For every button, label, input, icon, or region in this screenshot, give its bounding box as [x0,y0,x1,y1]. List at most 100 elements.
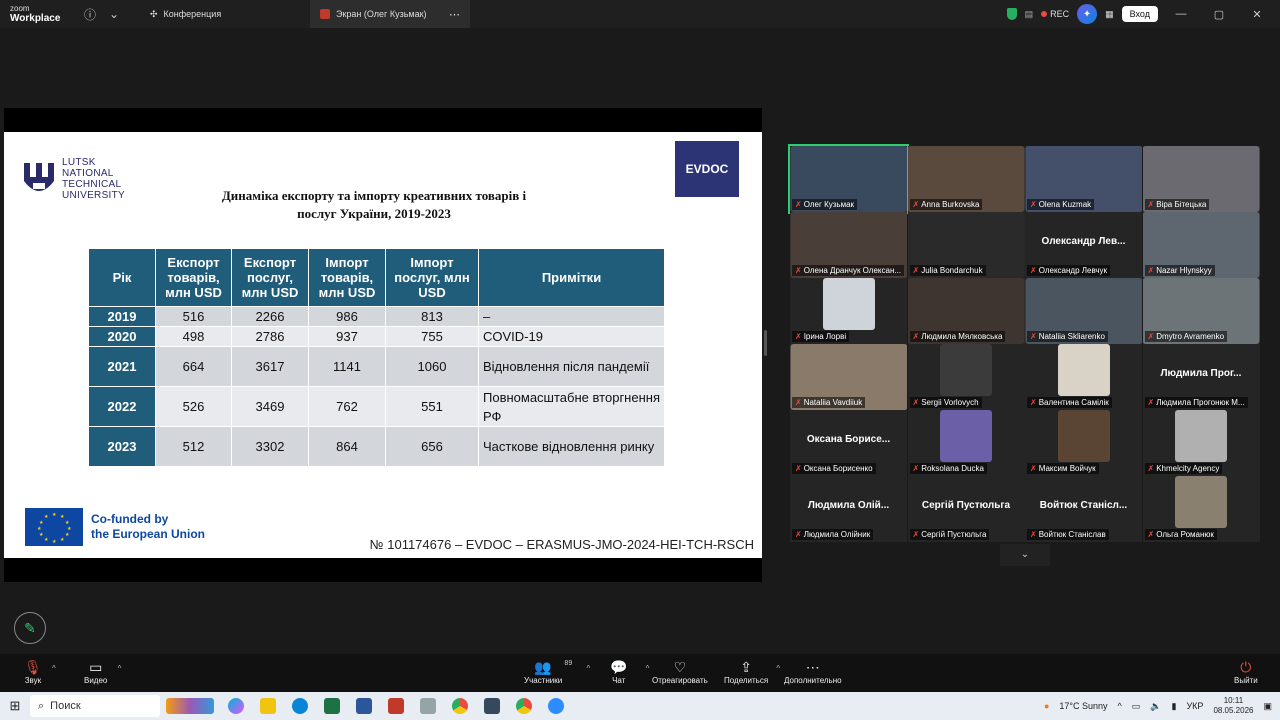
chevron-down-icon[interactable]: ⌄ [102,0,126,28]
participant-name: Ірина Лорві [803,332,847,341]
copilot-icon[interactable] [220,692,252,720]
participant-tile[interactable]: ✗ Nataliia Vavdiiuk [790,344,907,410]
save-app-icon[interactable] [476,692,508,720]
share-caret-icon[interactable]: ^ [776,664,780,673]
chrome-profile-icon[interactable] [508,692,540,720]
participant-display-name: Сергій Пустюльга [921,500,1011,511]
word-icon[interactable] [348,692,380,720]
zoom-taskbar-icon[interactable] [540,692,572,720]
more-button[interactable]: ⋯ Дополнительно [784,658,842,685]
tab-screen-share[interactable]: Экран (Олег Кузьмак) ⋯ [310,0,470,28]
eu-text-line1: Co-funded by [91,512,169,526]
participant-name: Віра Бітецька [1156,200,1207,209]
audio-caret-icon[interactable]: ^ [52,664,56,673]
maximize-icon[interactable]: ▢ [1204,8,1234,21]
excel-icon[interactable] [316,692,348,720]
mic-muted-icon: ✗ [1147,398,1155,407]
tab-conference-label: Конференция [163,9,222,19]
chat-button[interactable]: 💬 Чат ^ [610,658,649,685]
lntu-logo: LUTSK NATIONAL TECHNICAL UNIVERSITY [22,157,125,201]
view-icon[interactable]: ▦ [1105,9,1114,20]
printer-app-icon[interactable] [412,692,444,720]
participant-tile[interactable]: ✗ Julia Bondarchuk [907,212,1025,278]
taskbar-clock[interactable]: 10:11 08.05.2026 [1213,696,1253,716]
cell-import-goods: 864 [308,426,386,467]
leave-button[interactable]: ⏻ Выйти [1234,658,1258,685]
tab-conference[interactable]: ✣ Конференция [140,0,310,28]
participant-video [822,278,875,330]
search-icon: ⌕ [38,699,45,712]
participant-tile[interactable]: ✗ Olena Kuzmak [1025,146,1142,212]
react-button[interactable]: ♡ Отреагировать [652,658,708,685]
evdoc-logo: EVDOC [675,141,739,197]
mic-muted-icon: ✗ [1030,200,1037,209]
participant-tile[interactable]: ✗ Максим Войчук [1025,410,1142,476]
participant-tile[interactable]: Сергій Пустюльга ✗ Сергій Пустюльга [907,476,1025,542]
close-icon[interactable]: ✕ [1242,8,1272,21]
participant-name-label: ✗ Ірина Лорві [792,331,850,342]
video-button[interactable]: ▭ Видео ^ [84,658,121,685]
edge-icon[interactable] [284,692,316,720]
more-options-icon[interactable]: ⋯ [449,8,460,21]
login-button[interactable]: Вход [1121,6,1158,22]
participant-tile[interactable]: ✗ Nataliia Skliarenko [1025,278,1142,344]
cell-export-services: 3617 [231,346,309,387]
notes-icon[interactable]: ▤ [1025,9,1034,20]
battery-icon[interactable]: ▮ [1172,701,1177,712]
tray-chevron-icon[interactable]: ^ [1118,701,1122,711]
info-icon[interactable]: ⓘ [78,0,102,28]
windows-start-icon[interactable]: ⊞ [0,698,30,714]
university-line: UNIVERSITY [62,190,126,201]
participant-tile[interactable]: ✗ Ірина Лорві [790,278,907,344]
participant-tile[interactable]: ✗ Khmelcity Agency [1142,410,1260,476]
notifications-icon[interactable]: ▣ [1263,701,1272,712]
recording-badge[interactable]: REC [1041,9,1069,19]
participant-tile[interactable]: ✗ Nazar Hlynskyy [1142,212,1260,278]
resize-handle[interactable] [764,330,767,356]
chrome-icon[interactable] [444,692,476,720]
clock-date: 08.05.2026 [1213,706,1254,715]
taskbar-search[interactable]: ⌕ Поиск [30,695,160,717]
share-button[interactable]: ⇪ Поделиться ^ [724,658,780,685]
header-import-goods: Імпорт товарів, млн USD [308,248,386,307]
participant-tile[interactable]: Оксана Борисе... ✗ Оксана Борисенко [790,410,907,476]
participant-tile[interactable]: ✗ Sergii Vorlovych [907,344,1025,410]
participant-tile[interactable]: ✗ Олег Кузьмак [788,144,909,214]
participants-caret-icon[interactable]: ^ [586,664,590,673]
participant-tile[interactable]: Войтюк Станісл... ✗ Войтюк Станіслав [1025,476,1142,542]
participant-tile[interactable]: ✗ Валентина Самілік [1025,344,1142,410]
participant-tile[interactable]: Олександр Лев... ✗ Олександр Левчук [1025,212,1142,278]
mic-muted-icon: ✗ [1147,530,1155,539]
speaker-icon[interactable]: 🔈 [1150,701,1161,712]
security-shield-icon[interactable] [1006,8,1017,20]
chat-caret-icon[interactable]: ^ [646,664,650,673]
participant-name: Ольга Романюк [1156,530,1214,539]
annotate-pen-icon[interactable]: ✎ [14,612,46,644]
participant-name: Dmytro Avramenko [1156,332,1225,341]
participant-tile[interactable]: ✗ Людмила Мялковська [907,278,1025,344]
weather-text[interactable]: 17°C Sunny [1059,701,1107,711]
network-icon[interactable]: ▭ [1132,701,1141,712]
table-row: 2021 664 3617 1141 1060 Відновлення післ… [88,346,665,387]
language-indicator[interactable]: УКР [1186,701,1203,711]
mic-muted-icon: ✗ [1147,332,1155,341]
ai-companion-icon[interactable]: ✦ [1077,4,1098,24]
participants-button[interactable]: 👥 Участники 89 ^ [524,658,590,685]
mic-muted-icon: ✗ [1030,464,1037,473]
gallery-scroll-down-icon[interactable]: ⌄ [1000,544,1050,566]
participant-tile[interactable]: ✗ Dmytro Avramenko [1142,278,1260,344]
participant-tile[interactable]: Людмила Прог... ✗ Людмила Прогонюк М... [1142,344,1260,410]
audio-button[interactable]: 🎙 Звук ^ [24,658,56,685]
participant-tile[interactable]: ✗ Ольга Романюк [1142,476,1260,542]
eu-cofunded-logo: ★ ★ ★ ★ ★ ★ ★ ★ ★ ★ ★ ★ Co-funded by the Europea… [25,508,205,546]
participant-tile[interactable]: ✗ Віра Бітецька [1142,146,1260,212]
acrobat-icon[interactable] [380,692,412,720]
participant-tile[interactable]: ✗ Roksolana Ducka [907,410,1025,476]
participant-tile[interactable]: Людмила Олій... ✗ Людмила Олійник [790,476,907,542]
minimize-icon[interactable]: — [1166,8,1196,20]
news-widget-icon[interactable] [160,692,220,720]
file-explorer-icon[interactable] [252,692,284,720]
participant-tile[interactable]: ✗ Олена Дранчук Олексан... [790,212,907,278]
participant-tile[interactable]: ✗ Anna Burkovska [907,146,1025,212]
video-caret-icon[interactable]: ^ [118,664,122,673]
